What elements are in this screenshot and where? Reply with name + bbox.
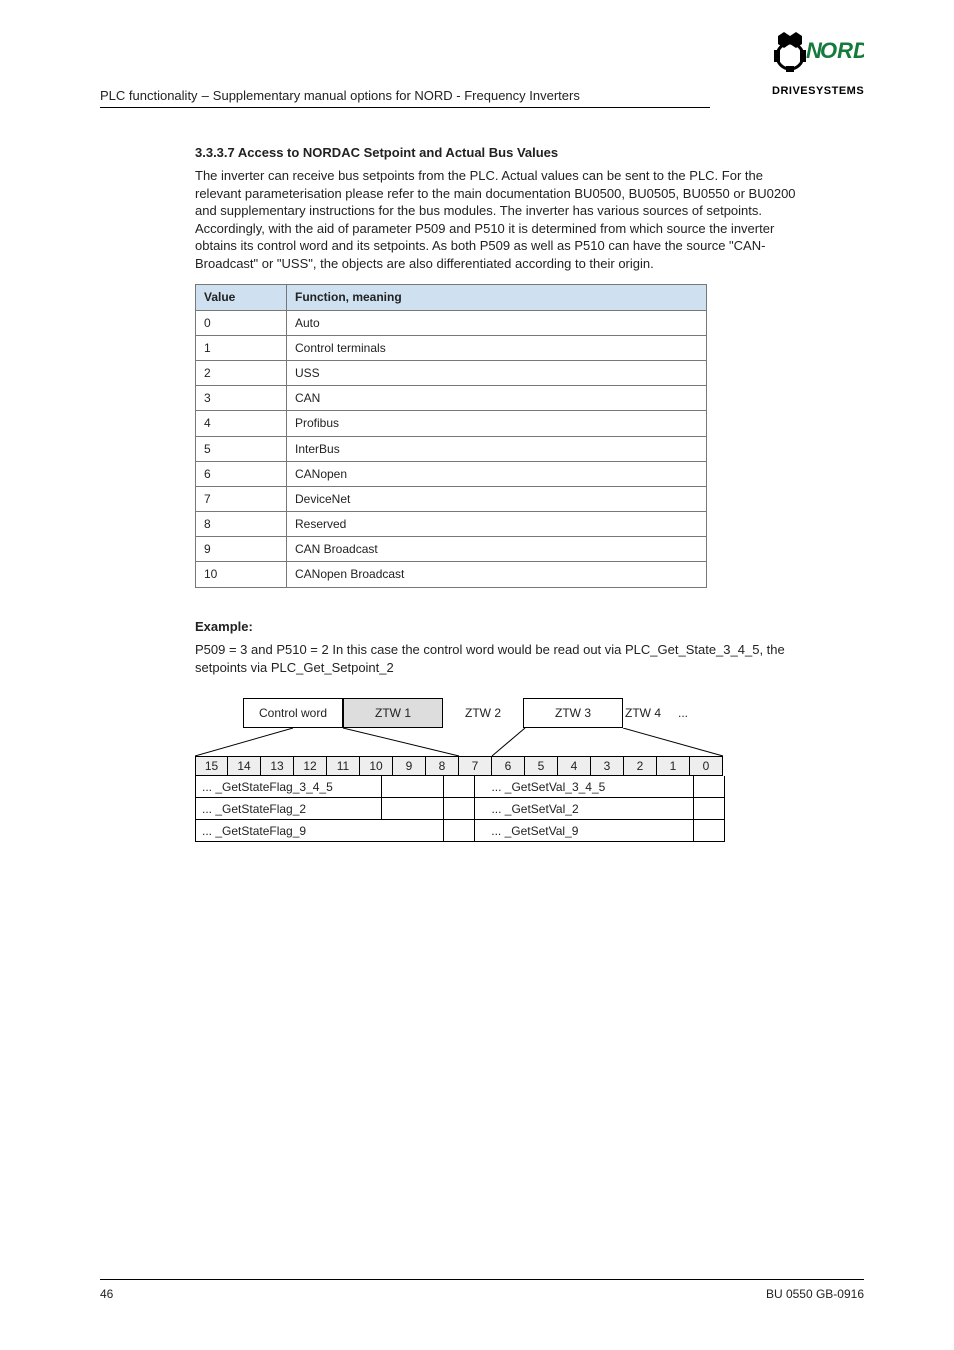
diagram-label-cell [694,798,725,820]
diagram-box-ztw3: ZTW 3 [523,698,623,728]
bit-cell: 14 [228,756,261,776]
diagram-box-ztw2: ZTW 2 [443,698,523,728]
bit-cell: 3 [591,756,624,776]
bit-cell: 15 [195,756,228,776]
bit-cell: 1 [657,756,690,776]
table-row: 2USS [196,360,707,385]
table-row: 5InterBus [196,436,707,461]
table-row: 10CANopen Broadcast [196,562,707,587]
diagram-label-cell: ... _GetStateFlag_3_4_5 [195,776,382,798]
bit-cell: 13 [261,756,294,776]
diagram-label-cell [444,798,475,820]
diagram-box-control-word: Control word [243,698,343,728]
value-function-table: Value Function, meaning 0Auto1Control te… [195,284,707,587]
bit-cell: 5 [525,756,558,776]
diagram-label-cell [694,820,725,842]
diagram-label-cell [382,798,444,820]
page-footer: 46 BU 0550 GB-0916 [100,1279,864,1302]
bit-cell: 4 [558,756,591,776]
table-row: 6CANopen [196,461,707,486]
header-subtitle: Supplementary manual options for NORD - … [213,87,580,105]
page-header: PLC functionality – Supplementary manual… [100,87,710,108]
bit-cell: 0 [690,756,723,776]
brand-logo: N ORD DRIVESYSTEMS [772,28,864,103]
intro-paragraph: The inverter can receive bus setpoints f… [195,167,805,272]
table-row: 0Auto [196,310,707,335]
bit-cell: 2 [624,756,657,776]
svg-text:DRIVESYSTEMS: DRIVESYSTEMS [772,85,864,97]
bit-cell: 6 [492,756,525,776]
diagram-label-cell [382,776,444,798]
example-body: P509 = 3 and P510 = 2 In this case the c… [195,641,805,676]
header-separator: – [202,87,209,105]
setpoint-bit-diagram: Control word ZTW 1 ZTW 2 ZTW 3 ZTW 4 ...… [195,698,725,842]
bit-cell: 7 [459,756,492,776]
diagram-box-ztw4: ZTW 4 [623,698,663,728]
table-row: 4Profibus [196,411,707,436]
section-heading: 3.3.3.7 Access to NORDAC Setpoint and Ac… [195,144,805,162]
diagram-label-cell: ... _GetStateFlag_9 [195,820,444,842]
diagram-label-cell [444,776,475,798]
svg-text:ORD: ORD [820,38,864,63]
footer-doc-id: BU 0550 GB-0916 [766,1286,864,1302]
table-row: 1Control terminals [196,335,707,360]
diagram-label-cell [444,820,475,842]
bit-cell: 10 [360,756,393,776]
diagram-label-cell: ... _GetSetVal_2 [475,798,693,820]
diagram-box-ztw1: ZTW 1 [343,698,443,728]
diagram-box-dots: ... [663,698,703,728]
bit-cell: 9 [393,756,426,776]
diagram-label-cell: ... _GetSetVal_3_4_5 [475,776,693,798]
table-header-meaning: Function, meaning [287,285,707,310]
footer-page-number: 46 [100,1286,113,1302]
table-header-value: Value [196,285,287,310]
bit-cell: 12 [294,756,327,776]
header-doc-title: PLC functionality [100,87,198,105]
diagram-label-cell: ... _GetSetVal_9 [475,820,693,842]
example-heading: Example: [195,618,805,636]
bit-cell: 11 [327,756,360,776]
bit-cell: 8 [426,756,459,776]
table-row: 7DeviceNet [196,486,707,511]
table-row: 8Reserved [196,512,707,537]
diagram-label-cell [694,776,725,798]
diagram-label-cell: ... _GetStateFlag_2 [195,798,382,820]
table-row: 9CAN Broadcast [196,537,707,562]
table-row: 3CAN [196,386,707,411]
